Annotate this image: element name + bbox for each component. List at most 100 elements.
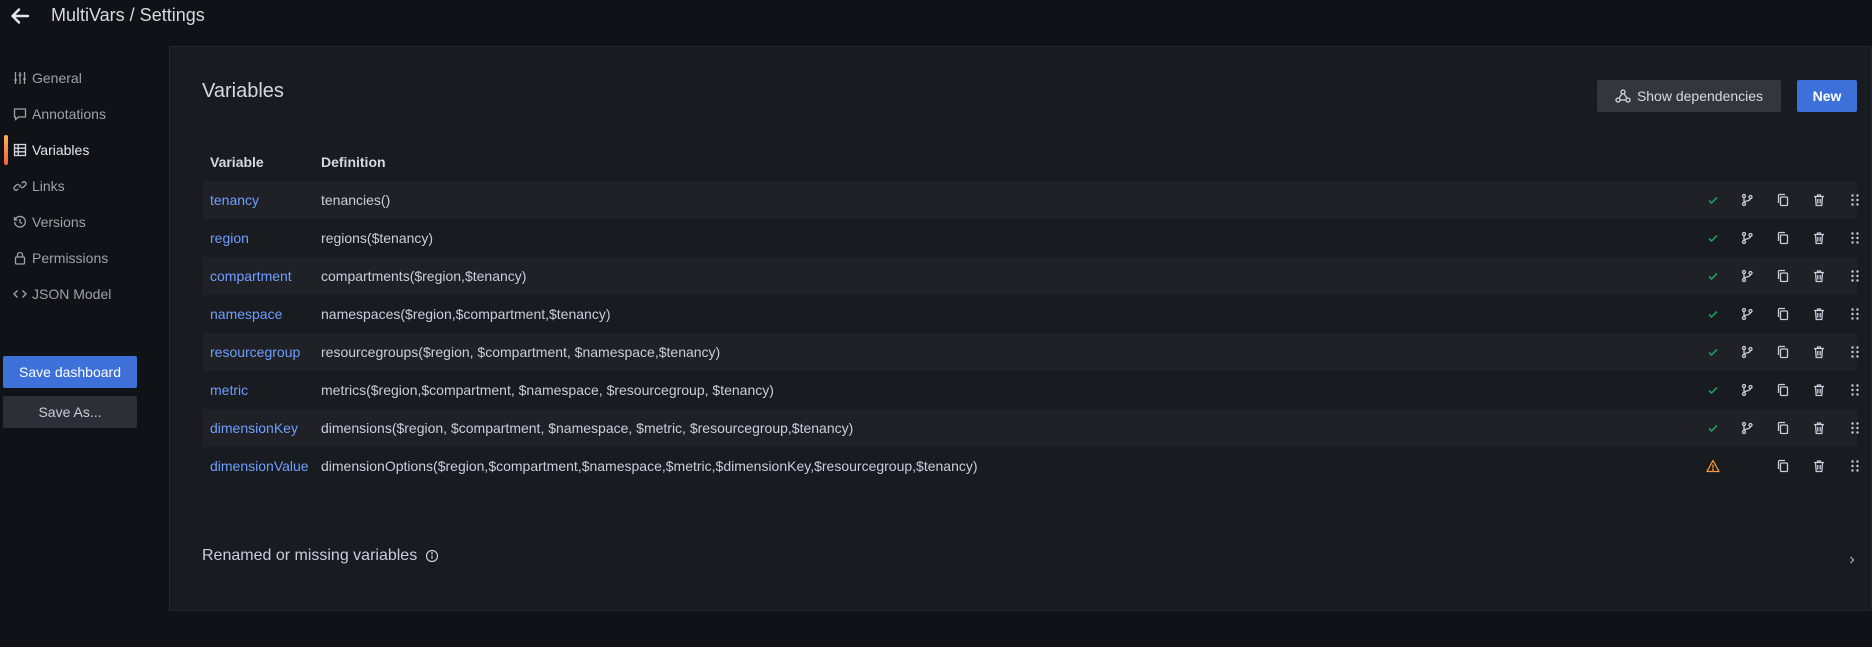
duplicate-icon[interactable]: [1774, 343, 1792, 361]
sliders-icon: [12, 70, 28, 86]
row-actions: [1687, 219, 1859, 257]
save-as-button[interactable]: Save As...: [3, 396, 137, 428]
variable-definition: regions($tenancy): [321, 230, 434, 246]
table-row[interactable]: resourcegroup resourcegroups($region, $co…: [203, 333, 1859, 371]
table-body: tenancy tenancies() region regions($tenancy…: [203, 181, 1859, 485]
dependencies-icon: [1615, 88, 1631, 104]
chevron-right-icon[interactable]: [1847, 555, 1857, 565]
sidebar-item-label: Annotations: [32, 106, 106, 122]
dependency-branch-icon[interactable]: [1738, 305, 1756, 323]
drag-handle-icon[interactable]: [1846, 191, 1864, 209]
check-icon: [1704, 419, 1722, 437]
sidebar-item-general[interactable]: General: [0, 60, 160, 96]
dependency-branch-icon[interactable]: [1738, 191, 1756, 209]
sidebar-item-versions[interactable]: Versions: [0, 204, 160, 240]
table-row[interactable]: metric metrics($region,$compartment, $nam…: [203, 371, 1859, 409]
drag-handle-icon[interactable]: [1846, 381, 1864, 399]
sidebar-item-label: Versions: [32, 214, 86, 230]
settings-sidebar: General Annotations Variables Links Vers…: [0, 60, 160, 312]
duplicate-icon[interactable]: [1774, 457, 1792, 475]
new-variable-button[interactable]: New: [1797, 80, 1857, 112]
variable-name-link[interactable]: dimensionKey: [210, 420, 298, 436]
trash-icon[interactable]: [1810, 267, 1828, 285]
dependency-branch-icon[interactable]: [1738, 419, 1756, 437]
trash-icon[interactable]: [1810, 457, 1828, 475]
renamed-missing-label: Renamed or missing variables: [202, 547, 418, 564]
sidebar-item-label: Links: [32, 178, 65, 194]
trash-icon[interactable]: [1810, 305, 1828, 323]
dependency-branch-icon[interactable]: [1738, 229, 1756, 247]
trash-icon[interactable]: [1810, 229, 1828, 247]
row-actions: [1687, 409, 1859, 447]
drag-handle-icon[interactable]: [1846, 457, 1864, 475]
table-row[interactable]: dimensionValue dimensionOptions($region,$…: [203, 447, 1859, 485]
drag-handle-icon[interactable]: [1846, 343, 1864, 361]
table-row[interactable]: dimensionKey dimensions($region, $compart…: [203, 409, 1859, 447]
column-header-variable: Variable: [210, 154, 264, 170]
link-icon: [12, 178, 28, 194]
check-icon: [1704, 381, 1722, 399]
trash-icon[interactable]: [1810, 191, 1828, 209]
info-icon: [425, 549, 439, 563]
warning-icon: [1704, 457, 1722, 475]
breadcrumb: MultiVars / Settings: [51, 5, 205, 25]
dependency-branch-icon[interactable]: [1738, 343, 1756, 361]
duplicate-icon[interactable]: [1774, 305, 1792, 323]
sidebar-item-label: Permissions: [32, 250, 109, 266]
back-arrow-icon[interactable]: [8, 4, 32, 28]
table-row[interactable]: tenancy tenancies(): [203, 181, 1859, 219]
row-actions: [1687, 371, 1859, 409]
renamed-missing-section[interactable]: Renamed or missing variables: [202, 547, 439, 565]
top-bar: MultiVars / Settings: [0, 0, 1872, 36]
sidebar-item-annotations[interactable]: Annotations: [0, 96, 160, 132]
sidebar-item-json-model[interactable]: JSON Model: [0, 276, 160, 312]
row-actions: [1687, 257, 1859, 295]
variable-definition: tenancies(): [321, 192, 391, 208]
drag-handle-icon[interactable]: [1846, 267, 1864, 285]
variable-name-link[interactable]: compartment: [210, 268, 292, 284]
variable-name-link[interactable]: tenancy: [210, 192, 259, 208]
dependency-branch-icon[interactable]: [1738, 267, 1756, 285]
drag-handle-icon[interactable]: [1846, 419, 1864, 437]
table-row[interactable]: region regions($tenancy): [203, 219, 1859, 257]
lock-icon: [12, 250, 28, 266]
variable-definition: resourcegroups($region, $compartment, $n…: [321, 344, 721, 360]
sidebar-item-label: Variables: [32, 142, 90, 158]
code-icon: [12, 286, 28, 302]
check-icon: [1704, 343, 1722, 361]
variable-definition: compartments($region,$tenancy): [321, 268, 527, 284]
duplicate-icon[interactable]: [1774, 191, 1792, 209]
trash-icon[interactable]: [1810, 419, 1828, 437]
save-dashboard-button[interactable]: Save dashboard: [3, 356, 137, 388]
table-row[interactable]: namespace namespaces($region,$compartment…: [203, 295, 1859, 333]
row-actions: [1687, 295, 1859, 333]
duplicate-icon[interactable]: [1774, 229, 1792, 247]
sidebar-item-links[interactable]: Links: [0, 168, 160, 204]
variable-name-link[interactable]: region: [210, 230, 249, 246]
row-actions: [1687, 181, 1859, 219]
drag-handle-icon[interactable]: [1846, 229, 1864, 247]
variable-definition: dimensionOptions($region,$compartment,$n…: [321, 458, 978, 474]
duplicate-icon[interactable]: [1774, 267, 1792, 285]
variable-definition: namespaces($region,$compartment,$tenancy…: [321, 306, 611, 322]
row-actions: [1687, 447, 1859, 485]
column-header-definition: Definition: [321, 154, 386, 170]
dependency-branch-icon[interactable]: [1738, 381, 1756, 399]
variable-name-link[interactable]: namespace: [210, 306, 282, 322]
duplicate-icon[interactable]: [1774, 381, 1792, 399]
variables-panel: Variables Show dependencies New Variable…: [169, 46, 1872, 611]
variable-name-link[interactable]: resourcegroup: [210, 344, 300, 360]
check-icon: [1704, 267, 1722, 285]
table-icon: [12, 142, 28, 158]
table-row[interactable]: compartment compartments($region,$tenancy…: [203, 257, 1859, 295]
variable-name-link[interactable]: metric: [210, 382, 248, 398]
trash-icon[interactable]: [1810, 381, 1828, 399]
check-icon: [1704, 229, 1722, 247]
sidebar-item-permissions[interactable]: Permissions: [0, 240, 160, 276]
show-dependencies-button[interactable]: Show dependencies: [1597, 80, 1781, 112]
trash-icon[interactable]: [1810, 343, 1828, 361]
sidebar-item-variables[interactable]: Variables: [0, 132, 160, 168]
drag-handle-icon[interactable]: [1846, 305, 1864, 323]
variable-name-link[interactable]: dimensionValue: [210, 458, 309, 474]
duplicate-icon[interactable]: [1774, 419, 1792, 437]
